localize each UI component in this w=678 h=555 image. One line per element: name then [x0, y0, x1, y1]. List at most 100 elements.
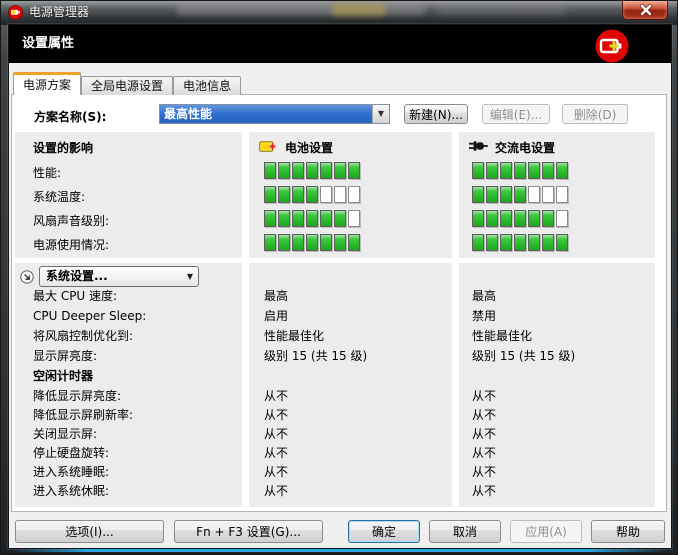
meter-segment-filled	[292, 210, 304, 227]
meter-segment-filled	[306, 210, 318, 227]
ac-idle-value: 从不	[472, 389, 496, 408]
meter-segment-empty	[320, 186, 332, 203]
dialog-banner: 设置属性	[9, 25, 671, 63]
new-scheme-button[interactable]: 新建(N)...	[404, 104, 468, 124]
dialog-client: 设置属性 电源方案 全局电源设置 电池信息 方案名称(S): 最高性能 ▼ 新建…	[9, 25, 671, 548]
options-button[interactable]: 选项(I)...	[15, 520, 164, 543]
meter-segment-filled	[528, 210, 540, 227]
window-title: 电源管理器	[29, 1, 89, 24]
level-meter	[472, 162, 570, 186]
meter-segment-filled	[486, 234, 498, 251]
meter-segment-filled	[514, 186, 526, 203]
meter-segment-filled	[292, 162, 304, 179]
battery-column-header: 电池设置	[285, 139, 333, 156]
battery-idle-value: 从不	[264, 389, 288, 408]
app-battery-icon	[8, 5, 23, 20]
impact-row-label: 电源使用情况:	[33, 237, 109, 261]
level-meter	[472, 234, 570, 258]
expand-arrow-icon[interactable]	[20, 270, 34, 284]
ac-setting-value: 性能最佳化	[472, 328, 575, 348]
window-bottom-glow	[13, 549, 665, 552]
battery-setting-value: 最高	[264, 288, 367, 308]
cancel-button[interactable]: 取消	[429, 520, 501, 543]
tab-global-power-settings[interactable]: 全局电源设置	[81, 76, 173, 95]
help-button[interactable]: 帮助	[591, 520, 665, 543]
meter-segment-filled	[472, 186, 484, 203]
meter-segment-filled	[278, 234, 290, 251]
meter-segment-filled	[500, 234, 512, 251]
battery-icon	[259, 140, 278, 156]
chevron-down-icon: ▼	[182, 267, 198, 286]
ac-impact-panel: 交流电设置	[459, 132, 655, 258]
tab-page-power-scheme: 方案名称(S): 最高性能 ▼ 新建(N)... 编辑(E)... 删除(D) …	[11, 94, 667, 512]
level-meter	[264, 162, 362, 186]
meter-segment-filled	[556, 162, 568, 179]
meter-segment-filled	[500, 162, 512, 179]
meter-segment-empty	[334, 186, 346, 203]
meter-segment-filled	[486, 162, 498, 179]
setting-label: 显示屏亮度:	[33, 348, 146, 368]
chevron-down-icon: ▼	[372, 105, 389, 123]
battery-setting-value: 启用	[264, 308, 367, 328]
meter-segment-empty	[348, 186, 360, 203]
glass-reflection	[176, 4, 426, 15]
ok-button[interactable]: 确定	[348, 520, 420, 543]
level-meter	[264, 210, 362, 234]
close-button[interactable]	[622, 1, 668, 20]
meter-segment-filled	[486, 186, 498, 203]
battery-idle-value: 从不	[264, 427, 288, 446]
meter-segment-filled	[500, 186, 512, 203]
battery-setting-value: 性能最佳化	[264, 328, 367, 348]
delete-scheme-button: 删除(D)	[562, 104, 628, 124]
glass-reflection	[436, 5, 566, 14]
apply-button: 应用(A)	[510, 520, 582, 543]
titlebar[interactable]: 电源管理器	[1, 1, 678, 25]
meter-segment-empty	[542, 186, 554, 203]
meter-segment-filled	[348, 162, 360, 179]
meter-segment-filled	[514, 234, 526, 251]
meter-segment-filled	[528, 234, 540, 251]
battery-impact-panel: 电池设置	[249, 132, 452, 258]
battery-idle-value: 从不	[264, 446, 288, 465]
meter-segment-filled	[542, 234, 554, 251]
meter-segment-filled	[556, 234, 568, 251]
meter-segment-filled	[278, 186, 290, 203]
level-meter	[472, 186, 570, 210]
tab-battery-info[interactable]: 电池信息	[173, 76, 241, 95]
idle-setting-label: 停止硬盘旋转:	[33, 446, 133, 465]
scheme-selected-value: 最高性能	[160, 105, 372, 123]
meter-segment-filled	[264, 234, 276, 251]
system-settings-selected: 系统设置...	[40, 267, 182, 286]
meter-segment-filled	[320, 210, 332, 227]
meter-segment-filled	[472, 162, 484, 179]
setting-label: CPU Deeper Sleep:	[33, 308, 146, 328]
meter-segment-filled	[472, 210, 484, 227]
scheme-name-select[interactable]: 最高性能 ▼	[159, 104, 390, 124]
tab-power-scheme[interactable]: 电源方案	[13, 72, 81, 95]
meter-segment-filled	[514, 162, 526, 179]
meter-segment-empty	[528, 186, 540, 203]
meter-segment-empty	[556, 210, 568, 227]
fn-f3-settings-button[interactable]: Fn + F3 设置(G)...	[174, 520, 323, 543]
power-manager-window: 电源管理器 设置属性 电源方案 全局电源设置	[0, 0, 678, 555]
battery-level-meters	[264, 162, 362, 258]
meter-segment-filled	[472, 234, 484, 251]
ac-idle-value: 从不	[472, 427, 496, 446]
system-settings-select[interactable]: 系统设置... ▼	[39, 266, 199, 287]
battery-values-panel: 最高启用性能最佳化级别 15 (共 15 级) 从不从不从不从不从不从不	[249, 263, 452, 507]
system-settings-panel: 系统设置... ▼ 最大 CPU 速度:CPU Deeper Sleep:将风扇…	[15, 263, 242, 507]
edit-scheme-button: 编辑(E)...	[482, 104, 550, 124]
meter-segment-filled	[320, 234, 332, 251]
level-meter	[264, 234, 362, 258]
ac-column-header: 交流电设置	[495, 139, 555, 156]
meter-segment-filled	[486, 210, 498, 227]
close-icon	[623, 1, 667, 19]
level-meter	[472, 210, 570, 234]
ac-level-meters	[472, 162, 570, 258]
meter-segment-filled	[264, 186, 276, 203]
ac-idle-value: 从不	[472, 446, 496, 465]
ac-setting-value: 最高	[472, 288, 575, 308]
meter-segment-filled	[278, 162, 290, 179]
meter-segment-filled	[542, 210, 554, 227]
meter-segment-filled	[334, 162, 346, 179]
